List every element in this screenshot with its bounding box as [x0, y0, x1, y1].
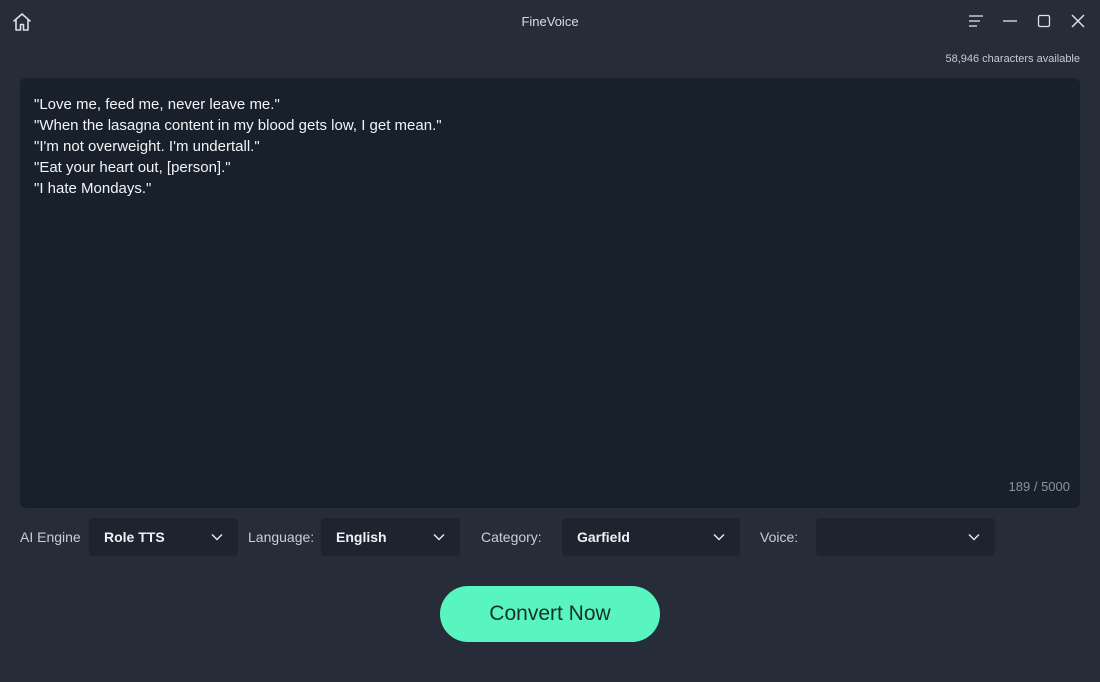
- text-editor[interactable]: "Love me, feed me, never leave me." "Whe…: [20, 78, 1080, 508]
- category-label: Category:: [481, 529, 542, 545]
- minimize-button[interactable]: [998, 8, 1022, 34]
- voice-dropdown[interactable]: [816, 518, 995, 556]
- ai-engine-value: Role TTS: [104, 529, 165, 545]
- close-button[interactable]: [1066, 8, 1090, 34]
- menu-icon: [969, 15, 983, 27]
- characters-available: 58,946 characters available: [945, 53, 1080, 65]
- language-value: English: [336, 529, 387, 545]
- chevron-down-icon: [968, 533, 980, 541]
- chevron-down-icon: [713, 533, 725, 541]
- voice-label: Voice:: [760, 529, 799, 545]
- language-label: Language:: [248, 529, 315, 545]
- editor-text[interactable]: "Love me, feed me, never leave me." "Whe…: [34, 94, 1066, 199]
- maximize-icon: [1037, 14, 1051, 28]
- window-title: FineVoice: [521, 14, 579, 29]
- chevron-down-icon: [211, 533, 223, 541]
- voice-settings-row: AI Engine Role TTS Language: English Cat…: [20, 518, 1080, 556]
- chevron-down-icon: [433, 533, 445, 541]
- menu-button[interactable]: [964, 8, 988, 34]
- ai-engine-label: AI Engine: [20, 529, 81, 545]
- character-counter: 189 / 5000: [1008, 479, 1070, 494]
- app-window: FineVoice 58,946 characters available "L…: [0, 0, 1100, 682]
- language-dropdown[interactable]: English: [321, 518, 460, 556]
- close-icon: [1071, 14, 1085, 28]
- category-dropdown[interactable]: Garfield: [562, 518, 740, 556]
- category-value: Garfield: [577, 529, 630, 545]
- minimize-icon: [1003, 20, 1017, 22]
- window-controls: [964, 8, 1090, 34]
- ai-engine-dropdown[interactable]: Role TTS: [89, 518, 238, 556]
- maximize-button[interactable]: [1032, 8, 1056, 34]
- convert-now-button[interactable]: Convert Now: [440, 586, 660, 642]
